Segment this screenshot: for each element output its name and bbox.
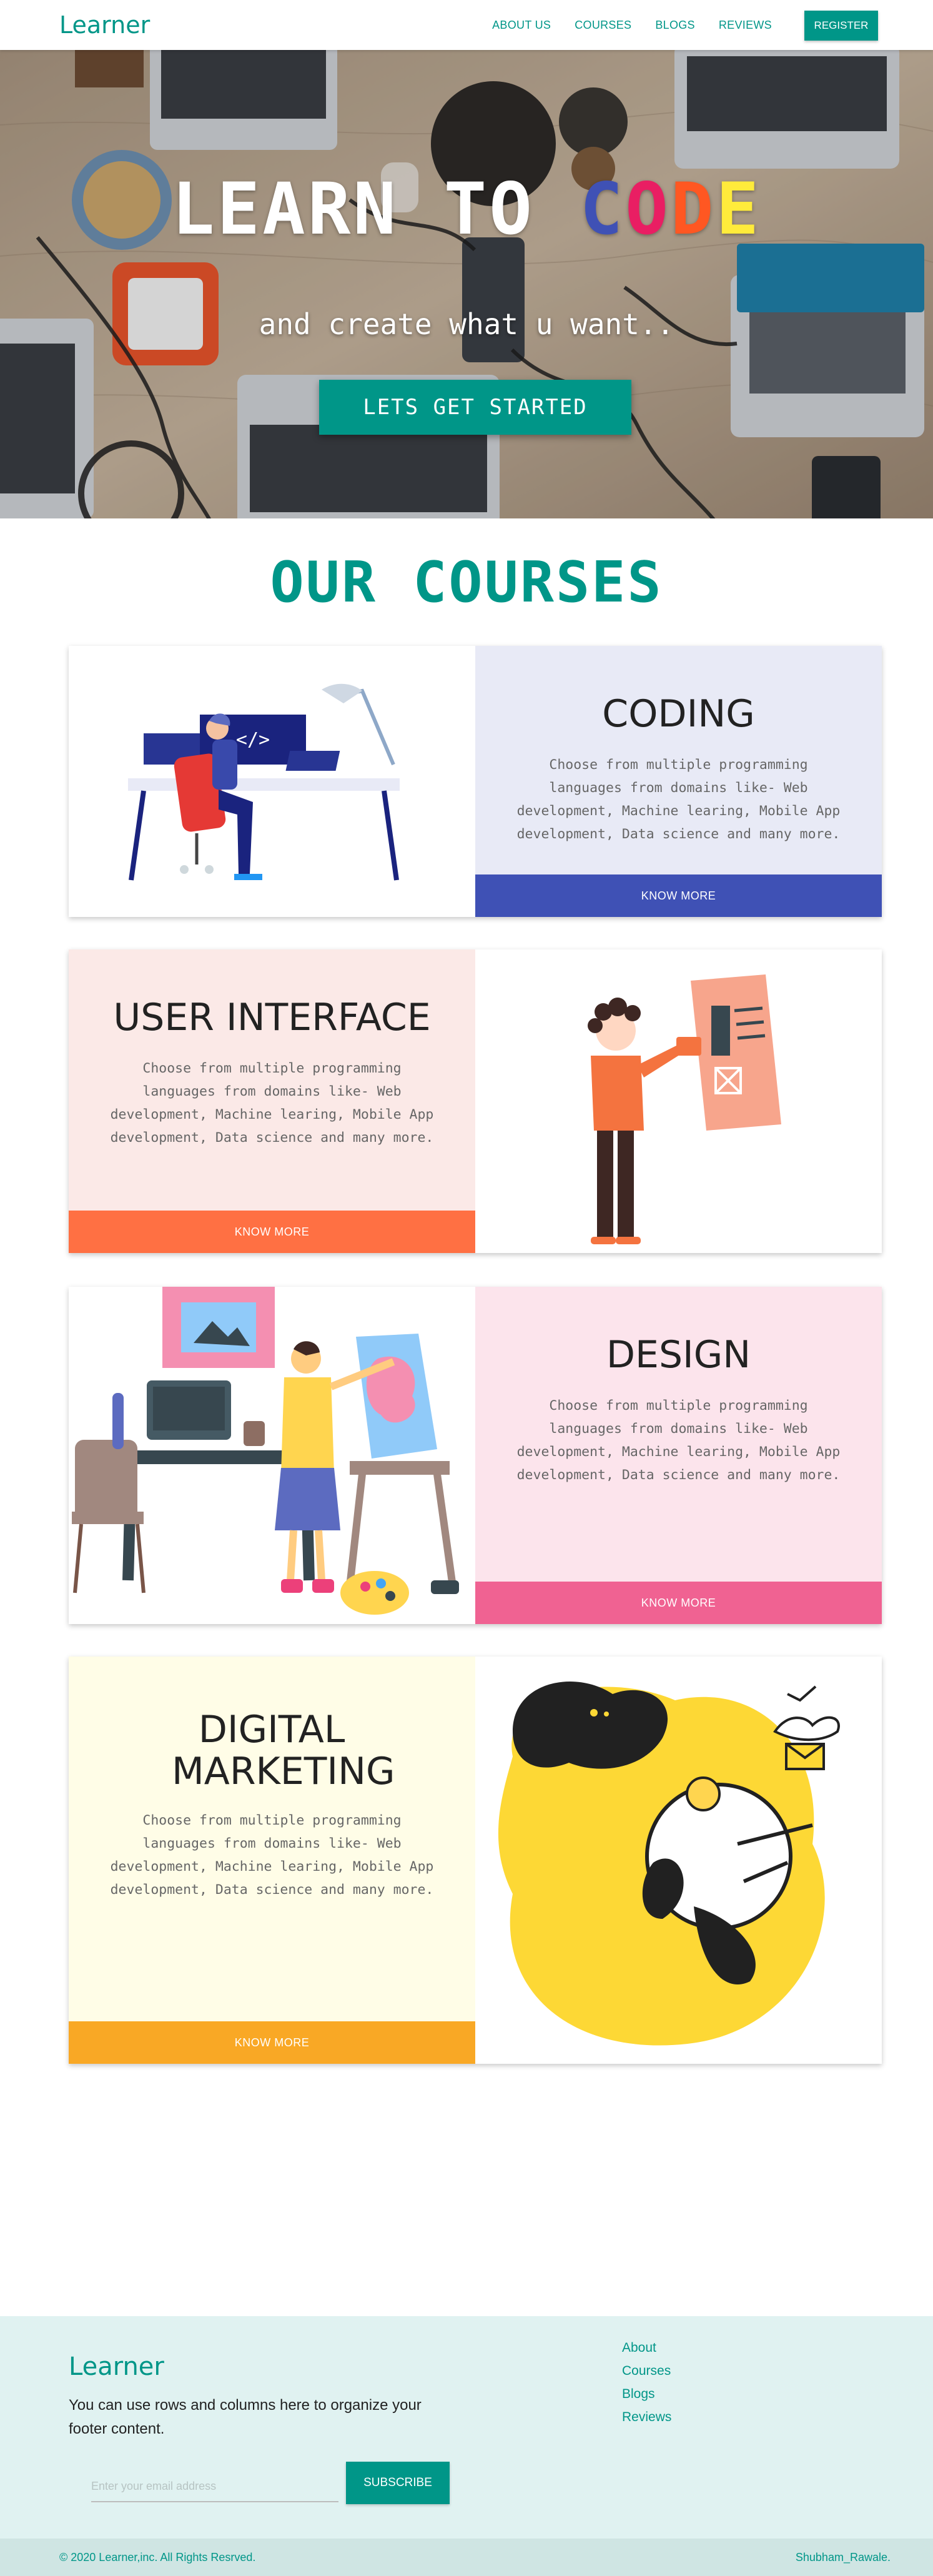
nav-courses[interactable]: COURSES bbox=[575, 19, 631, 32]
design-illustration bbox=[69, 1287, 475, 1624]
ui-illustration bbox=[475, 949, 882, 1253]
nav-links: ABOUT US COURSES BLOGS REVIEWS bbox=[492, 19, 772, 32]
footer-link-courses[interactable]: Courses bbox=[622, 2362, 671, 2380]
hero-subtitle: and create what u want.. bbox=[259, 307, 674, 341]
ui-title: USER INTERFACE bbox=[113, 996, 431, 1039]
nav-reviews[interactable]: REVIEWS bbox=[719, 19, 772, 32]
hero-section: LEARN TO CODE and create what u want.. L… bbox=[0, 50, 933, 518]
coding-know-more-button[interactable]: KNOW MORE bbox=[475, 874, 882, 917]
subscribe-button[interactable]: SUBSCRIBE bbox=[346, 2462, 450, 2504]
brand-logo[interactable]: Learner bbox=[59, 11, 150, 39]
author-credit: Shubham_Rawale. bbox=[795, 2551, 891, 2564]
svg-text:</>: </> bbox=[236, 729, 270, 751]
navbar: Learner ABOUT US COURSES BLOGS REVIEWS R… bbox=[0, 0, 933, 50]
design-know-more-button[interactable]: KNOW MORE bbox=[475, 1582, 882, 1624]
marketing-panel: DIGITAL MARKETING Choose from multiple p… bbox=[69, 1657, 475, 2064]
footer-copyright-bar: © 2020 Learner,inc. All Rights Resrved. … bbox=[0, 2539, 933, 2576]
register-button[interactable]: REGISTER bbox=[804, 11, 878, 41]
coding-illustration: </> bbox=[69, 646, 475, 917]
footer-links: About Courses Blogs Reviews bbox=[622, 2339, 671, 2426]
coding-title: CODING bbox=[602, 692, 755, 736]
footer-link-blogs[interactable]: Blogs bbox=[622, 2385, 671, 2403]
hero-title-letter-e: E bbox=[716, 167, 762, 250]
course-card-digital-marketing: DIGITAL MARKETING Choose from multiple p… bbox=[69, 1657, 882, 2064]
footer-description: You can use rows and columns here to org… bbox=[69, 2397, 422, 2437]
courses-heading: OUR COURSES bbox=[270, 550, 663, 615]
copyright-text: © 2020 Learner,inc. All Rights Resrved. bbox=[59, 2551, 256, 2564]
course-card-coding: </> CODING Choose from multiple programm… bbox=[69, 646, 882, 917]
marketing-know-more-button[interactable]: KNOW MORE bbox=[69, 2021, 475, 2064]
email-input[interactable] bbox=[91, 2471, 338, 2502]
design-panel: DESIGN Choose from multiple programming … bbox=[475, 1287, 882, 1624]
get-started-button[interactable]: LETS GET STARTED bbox=[319, 380, 631, 435]
design-title: DESIGN bbox=[606, 1333, 751, 1377]
footer-brand: Learner bbox=[69, 2352, 164, 2381]
footer: Learner You can use rows and columns her… bbox=[0, 2316, 933, 2539]
marketing-title: DIGITAL MARKETING bbox=[172, 1708, 395, 1794]
ui-know-more-button[interactable]: KNOW MORE bbox=[69, 1211, 475, 1253]
coding-description: Choose from multiple programming languag… bbox=[516, 757, 841, 842]
nav-blogs[interactable]: BLOGS bbox=[655, 19, 695, 32]
footer-link-about[interactable]: About bbox=[622, 2339, 671, 2357]
ui-panel: USER INTERFACE Choose from multiple prog… bbox=[69, 949, 475, 1253]
coding-panel: CODING Choose from multiple programming … bbox=[475, 646, 882, 917]
hero-desk-background-image bbox=[0, 50, 933, 518]
hero-title-letter-o: O bbox=[625, 167, 671, 250]
course-card-user-interface: USER INTERFACE Choose from multiple prog… bbox=[69, 949, 882, 1253]
hero-title-learn-to: LEARN TO bbox=[171, 167, 580, 250]
marketing-illustration bbox=[475, 1657, 882, 2064]
hero-title-letter-d: D bbox=[670, 167, 716, 250]
footer-link-reviews[interactable]: Reviews bbox=[622, 2408, 671, 2426]
ui-description: Choose from multiple programming languag… bbox=[110, 1061, 434, 1146]
design-description: Choose from multiple programming languag… bbox=[516, 1398, 841, 1483]
hero-title-letter-c: C bbox=[580, 167, 626, 250]
nav-about-us[interactable]: ABOUT US bbox=[492, 19, 551, 32]
marketing-description: Choose from multiple programming languag… bbox=[110, 1813, 434, 1898]
hero-title: LEARN TO CODE bbox=[0, 167, 933, 250]
course-card-design: DESIGN Choose from multiple programming … bbox=[69, 1287, 882, 1624]
